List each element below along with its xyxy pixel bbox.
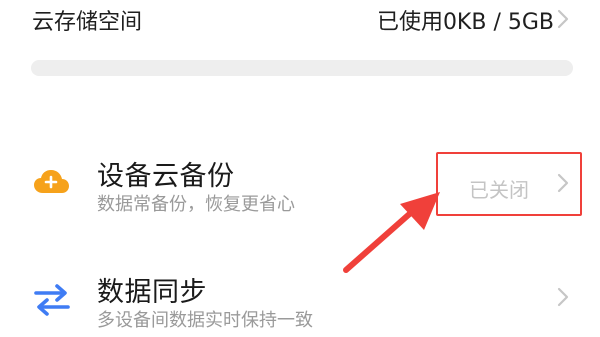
- storage-row[interactable]: 云存储空间 已使用0KB / 5GB: [0, 0, 600, 40]
- storage-usage-text: 已使用0KB / 5GB: [376, 10, 554, 35]
- backup-title: 设备云备份: [97, 161, 235, 192]
- cloud-settings-screen: 云存储空间 已使用0KB / 5GB 设备云备份 数据常备份，恢复更省心 已关闭: [0, 0, 600, 337]
- backup-subtitle: 数据常备份，恢复更省心: [97, 194, 295, 215]
- storage-usage-bar: [31, 60, 573, 76]
- data-sync-row[interactable]: 数据同步 多设备间数据实时保持一致: [0, 252, 600, 337]
- chevron-right-icon: [556, 8, 570, 34]
- sync-title: 数据同步: [97, 277, 207, 308]
- device-cloud-backup-row[interactable]: 设备云备份 数据常备份，恢复更省心 已关闭: [0, 140, 600, 230]
- sync-subtitle: 多设备间数据实时保持一致: [97, 310, 313, 331]
- chevron-right-icon: [556, 286, 570, 312]
- sync-arrows-icon: [32, 280, 72, 320]
- chevron-right-icon: [556, 172, 570, 198]
- backup-status-text[interactable]: 已关闭: [469, 174, 529, 203]
- storage-label: 云存储空间: [32, 10, 143, 35]
- cloud-icon: [32, 164, 72, 204]
